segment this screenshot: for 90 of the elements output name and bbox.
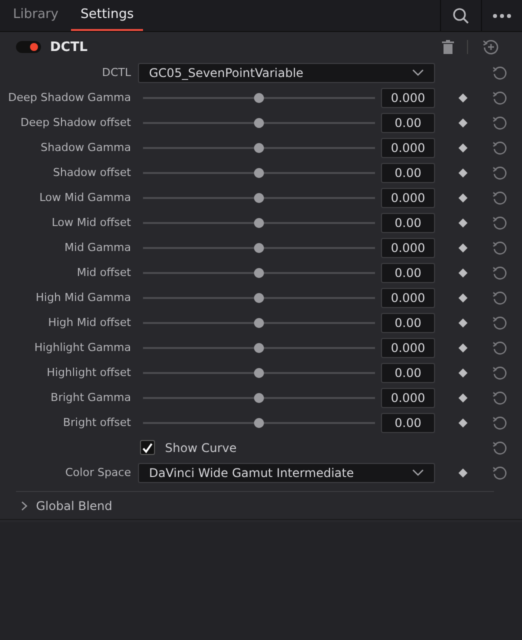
slider-thumb[interactable] [254,318,264,328]
dropdown[interactable]: GC05_SevenPointVariable [138,62,435,82]
parameter-label: Low Mid Gamma [38,191,131,204]
section-title: DCTL [50,40,88,54]
parameter-label: Shadow Gamma [40,141,131,154]
keyframe-diamond-icon[interactable] [458,318,468,328]
reset-icon[interactable] [492,290,508,306]
reset-icon[interactable] [492,114,508,130]
parameter-label: Shadow offset [52,166,131,179]
keyframe-diamond-icon[interactable] [458,218,468,228]
keyframe-diamond-icon[interactable] [458,268,468,278]
parameter-label: Color Space [64,466,131,479]
keyframe-diamond-icon[interactable] [458,392,468,402]
value-field[interactable]: 0.00 [381,212,435,232]
slider-thumb[interactable] [254,168,264,178]
keyframe-diamond-icon[interactable] [458,342,468,352]
trash-icon[interactable] [442,40,454,54]
reset-icon[interactable] [492,364,508,380]
reset-icon[interactable] [492,390,508,406]
reset-icon[interactable] [492,440,508,456]
keyframe-diamond-icon[interactable] [458,192,468,202]
slider-thumb[interactable] [254,142,264,152]
reset-icon[interactable] [492,414,508,430]
parameter-label: Bright Gamma [50,391,131,404]
parameter-label: Deep Shadow offset [19,116,131,129]
dropdown[interactable]: DaVinci Wide Gamut Intermediate [138,462,435,482]
reset-icon[interactable] [492,340,508,356]
parameter-label: Highlight Gamma [33,341,131,354]
reset-icon[interactable] [492,240,508,256]
checkbox[interactable] [140,440,155,455]
more-icon [492,12,512,18]
value-field[interactable]: 0.000 [381,388,435,408]
tab[interactable]: Library [4,0,68,31]
slider-thumb[interactable] [254,192,264,202]
reset-icon[interactable] [492,90,508,106]
keyframe-diamond-icon[interactable] [458,118,468,128]
slider-thumb[interactable] [254,418,264,428]
value-field[interactable]: 0.000 [381,88,435,108]
parameter-label: Mid Gamma [64,241,131,254]
value-field[interactable]: 0.00 [381,312,435,332]
checkbox-label: Show Curve [165,440,237,454]
value-field[interactable]: 0.000 [381,338,435,358]
keyframe-diamond-icon[interactable] [458,242,468,252]
keyframe-diamond-icon[interactable] [458,142,468,152]
enable-toggle[interactable] [16,41,41,53]
slider-thumb[interactable] [254,342,264,352]
reset-icon[interactable] [492,464,508,480]
value-field[interactable]: 0.00 [381,162,435,182]
value-field[interactable]: 0.000 [381,238,435,258]
slider-thumb[interactable] [254,242,264,252]
keyframe-diamond-icon[interactable] [458,292,468,302]
parameter-label: Mid offset [76,266,131,279]
search-icon [452,6,470,24]
parameter-label: High Mid offset [47,316,131,329]
reset-add-icon[interactable] [482,38,500,56]
keyframe-diamond-icon[interactable] [458,418,468,428]
parameter-label: Bright offset [62,416,131,429]
value-field[interactable]: 0.000 [381,138,435,158]
keyframe-diamond-icon[interactable] [458,468,468,478]
slider-thumb[interactable] [254,218,264,228]
keyframe-diamond-icon[interactable] [458,92,468,102]
value-field[interactable]: 0.00 [381,262,435,282]
parameter-label: Highlight offset [46,366,131,379]
value-field[interactable]: 0.000 [381,188,435,208]
reset-icon[interactable] [492,264,508,280]
reset-icon[interactable] [492,140,508,156]
keyframe-diamond-icon[interactable] [458,368,468,378]
value-field[interactable]: 0.00 [381,412,435,432]
reset-icon[interactable] [492,314,508,330]
reset-icon[interactable] [492,64,508,80]
keyframe-diamond-icon[interactable] [458,168,468,178]
reset-icon[interactable] [492,190,508,206]
parameter-label: High Mid Gamma [34,291,131,304]
slider-thumb[interactable] [254,118,264,128]
slider-thumb[interactable] [254,392,264,402]
chevron-down-icon [412,69,424,76]
parameter-label: DCTL [101,66,131,79]
value-field[interactable]: 0.00 [381,362,435,382]
collapsed-section[interactable]: Global Blend [0,492,112,519]
value-field[interactable]: 0.00 [381,112,435,132]
slider-thumb[interactable] [254,92,264,102]
reset-icon[interactable] [492,214,508,230]
slider-thumb[interactable] [254,368,264,378]
reset-icon[interactable] [492,164,508,180]
slider-thumb[interactable] [254,268,264,278]
parameter-label: Deep Shadow Gamma [7,91,131,104]
chevron-down-icon [412,469,424,476]
parameter-label: Low Mid offset [50,216,131,229]
value-field[interactable]: 0.000 [381,288,435,308]
slider-thumb[interactable] [254,292,264,302]
